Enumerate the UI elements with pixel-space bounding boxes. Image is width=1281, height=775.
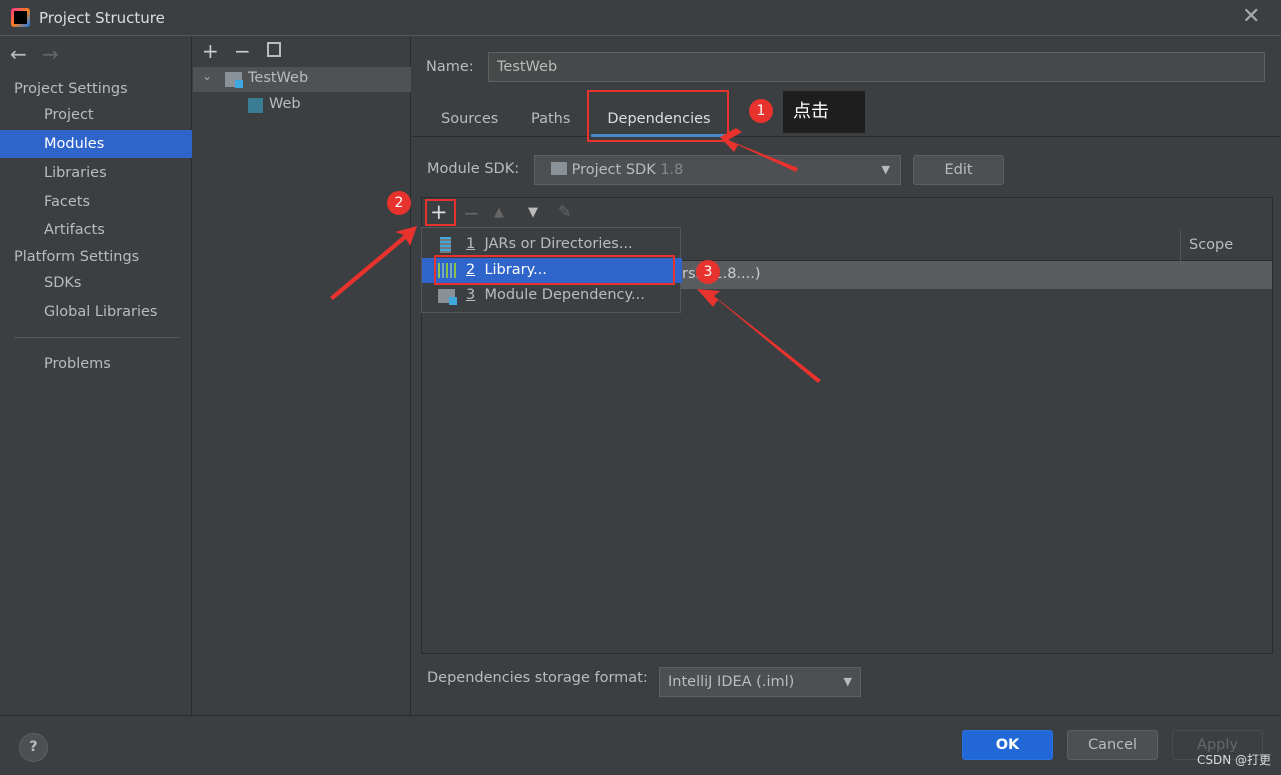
annotation-arrows (330, 128, 821, 383)
arrow-3 (697, 289, 821, 383)
arrow-2 (330, 226, 417, 300)
arrow-1 (720, 128, 798, 172)
